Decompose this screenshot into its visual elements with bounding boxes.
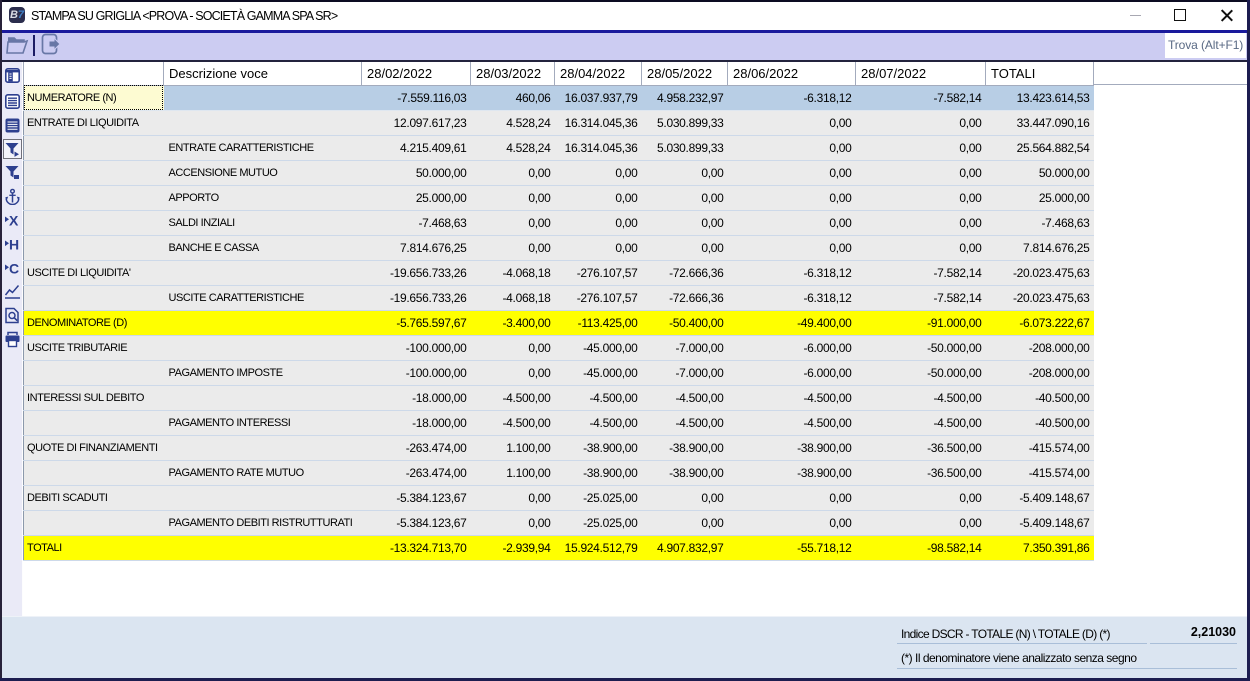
svg-text:X: X xyxy=(9,213,19,229)
svg-text:C: C xyxy=(9,261,19,277)
svg-text:H: H xyxy=(9,237,19,253)
